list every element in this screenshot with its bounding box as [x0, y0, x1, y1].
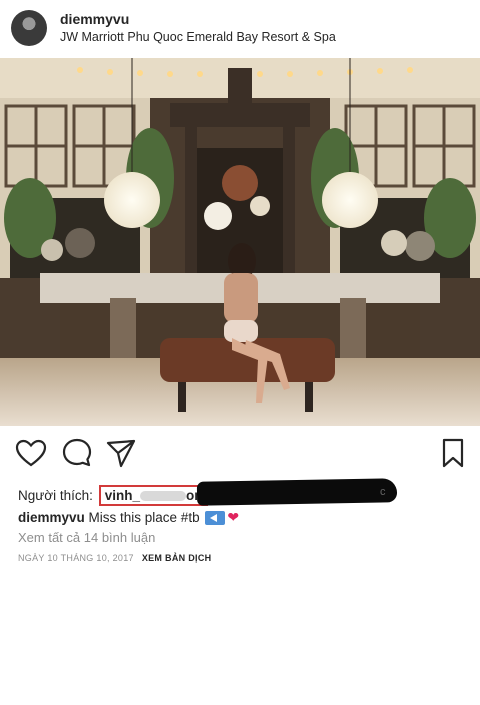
likes-line: Người thích: vinh_ on	[18, 485, 209, 506]
see-translation-link[interactable]: XEM BẢN DỊCH	[142, 553, 212, 563]
liker-username-highlighted[interactable]: vinh_ on	[98, 485, 209, 506]
photo-illustration	[0, 58, 480, 426]
post-location[interactable]: JW Marriott Phu Quoc Emerald Bay Resort …	[60, 30, 336, 44]
heart-outline-icon[interactable]	[14, 436, 48, 470]
redacted-tail-text: c	[380, 486, 386, 498]
blurred-text	[139, 491, 186, 502]
post-username[interactable]: diemmyvu	[60, 11, 129, 27]
comment-bubble-icon[interactable]	[60, 436, 94, 470]
back-arrow-emoji	[205, 511, 226, 526]
liker-username-prefix: vinh_	[104, 488, 140, 503]
post-meta: NGÀY 10 THÁNG 10, 2017 XEM BẢN DỊCH	[18, 553, 211, 563]
post-photo[interactable]	[0, 58, 480, 426]
post-actions	[0, 436, 480, 476]
post-date: NGÀY 10 THÁNG 10, 2017	[18, 553, 134, 563]
caption-text: Miss this place #tb	[84, 510, 200, 525]
paper-plane-icon[interactable]	[104, 436, 138, 470]
red-heart-emoji: ❤	[227, 509, 240, 525]
avatar[interactable]	[11, 10, 47, 46]
caption-username[interactable]: diemmyvu	[18, 510, 85, 525]
likes-label: Người thích:	[18, 488, 93, 503]
post-header: diemmyvu JW Marriott Phu Quoc Emerald Ba…	[0, 0, 480, 56]
redaction-scribble	[196, 478, 398, 506]
bookmark-icon[interactable]	[436, 436, 470, 470]
post-caption: diemmyvu Miss this place #tb ❤	[18, 509, 239, 526]
view-all-comments-link[interactable]: Xem tất cả 14 bình luận	[18, 530, 155, 545]
